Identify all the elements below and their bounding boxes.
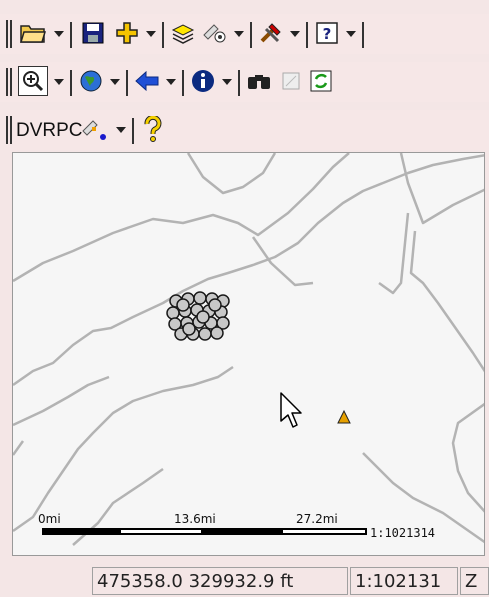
status-scale: 1:102131 xyxy=(350,567,458,595)
zoom-in-icon[interactable] xyxy=(18,66,48,96)
toolbar-separator xyxy=(306,22,308,48)
binoculars-icon[interactable] xyxy=(244,66,274,96)
save-disk-icon[interactable] xyxy=(78,18,108,48)
tools-dropdown-button[interactable] xyxy=(286,20,304,48)
map-boundaries xyxy=(13,153,484,546)
back-arrow-icon[interactable] xyxy=(132,66,162,96)
scale-ratio: 1:1021314 xyxy=(370,526,436,540)
scale-bar-graphic xyxy=(42,528,367,535)
toolbar-grip[interactable] xyxy=(6,116,12,144)
toolbar-separator xyxy=(126,70,128,96)
zoom-dropdown-button[interactable] xyxy=(50,68,68,96)
help-icon[interactable]: ? xyxy=(312,18,342,48)
toolbar-separator xyxy=(362,22,364,48)
scale-bar: 0mi 13.6mi 27.2mi 1:1021314 xyxy=(28,512,458,542)
identify-feature-icon[interactable] xyxy=(200,18,230,48)
dvrpc-point-icon[interactable] xyxy=(80,114,110,144)
add-data-icon[interactable] xyxy=(112,18,142,48)
svg-text:?: ? xyxy=(323,25,332,43)
identify-dropdown-button[interactable] xyxy=(230,20,248,48)
open-folder-icon[interactable] xyxy=(18,18,48,48)
help-dropdown-button[interactable] xyxy=(342,20,360,48)
info-dropdown-button[interactable] xyxy=(218,68,236,96)
disabled-tool-icon xyxy=(276,66,306,96)
toolbar-separator xyxy=(162,22,164,48)
map-view[interactable] xyxy=(12,152,485,556)
add-data-dropdown-button[interactable] xyxy=(142,20,160,48)
refresh-icon[interactable] xyxy=(306,66,336,96)
scale-tick-0: 0mi xyxy=(38,512,61,526)
question-mark-icon[interactable] xyxy=(138,114,168,144)
status-coordinates: 475358.0 329932.9 ft xyxy=(92,567,348,595)
dvrpc-toolbar: DVRPC xyxy=(0,110,489,150)
toolbar-separator xyxy=(70,22,72,48)
back-dropdown-button[interactable] xyxy=(162,68,180,96)
layers-icon[interactable] xyxy=(168,18,198,48)
toolbar-grip[interactable] xyxy=(6,20,12,48)
navigation-toolbar xyxy=(0,62,489,102)
mouse-pointer-icon xyxy=(280,392,302,428)
toolbar-separator xyxy=(70,70,72,96)
toolbar-separator xyxy=(250,22,252,48)
main-toolbar: ? xyxy=(0,14,489,54)
toolbar-separator xyxy=(182,70,184,96)
dvrpc-dropdown-button[interactable] xyxy=(112,116,130,144)
scale-tick-2: 27.2mi xyxy=(296,512,338,526)
open-dropdown-button[interactable] xyxy=(50,20,68,48)
toolbar-separator xyxy=(132,118,134,144)
toolbar-grip[interactable] xyxy=(6,68,12,96)
scale-tick-1: 13.6mi xyxy=(174,512,216,526)
info-icon[interactable] xyxy=(188,66,218,96)
tools-icon[interactable] xyxy=(256,18,286,48)
dvrpc-toolbar-label[interactable]: DVRPC xyxy=(16,116,83,146)
globe-icon[interactable] xyxy=(76,66,106,96)
globe-dropdown-button[interactable] xyxy=(106,68,124,96)
toolbar-separator xyxy=(238,70,240,96)
status-extra: Z xyxy=(460,567,489,595)
status-bar: 475358.0 329932.9 ft 1:102131 Z xyxy=(0,565,489,597)
